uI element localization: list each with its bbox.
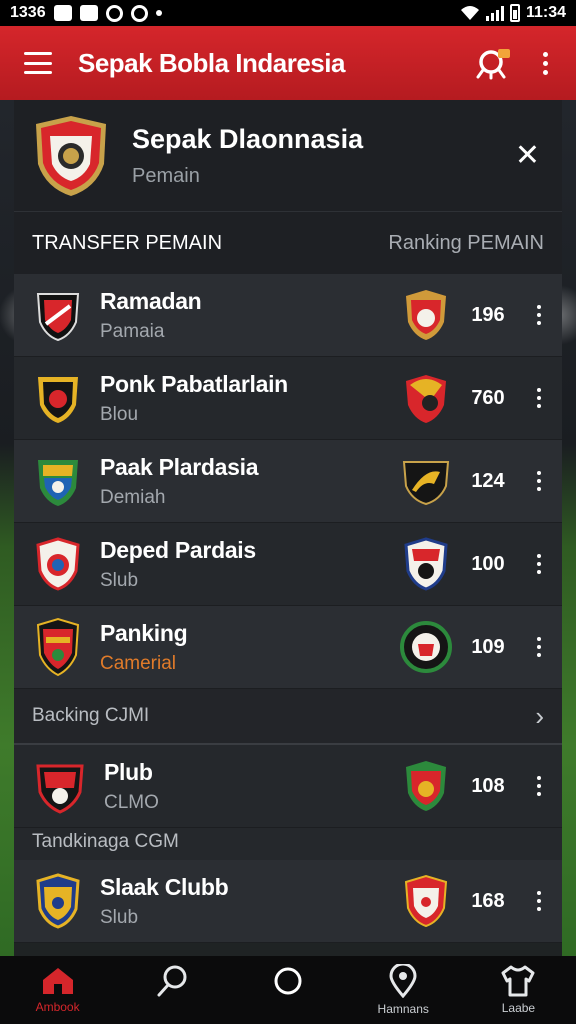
more-vert-icon[interactable] (532, 637, 546, 657)
app-bar: Sepak Bobla Indaresia (0, 26, 576, 100)
club-value: 168 (471, 889, 505, 912)
club-value: 760 (471, 386, 505, 409)
nav-item-search[interactable] (115, 956, 230, 1024)
club-sub: Demiah (100, 486, 166, 508)
opponent-crest-icon (404, 874, 448, 928)
club-crest-icon (36, 537, 80, 591)
club-value: 108 (471, 774, 505, 797)
ranking-pemain-tab[interactable]: Ranking PEMAIN (388, 232, 544, 255)
club-name: Plub (104, 758, 153, 785)
close-icon[interactable]: ✕ (515, 138, 540, 173)
opponent-crest-icon (402, 461, 450, 506)
club-panel: Sepak Dlaonnasia Pemain ✕ TRANSFER PEMAI… (14, 100, 562, 956)
club-crest-icon (38, 460, 78, 506)
section-header: TRANSFER PEMAIN Ranking PEMAIN (14, 212, 562, 274)
club-name: Paak Plardasia (100, 453, 259, 480)
search-icon (157, 965, 187, 997)
nav-label: Hamnans (377, 1002, 429, 1016)
club-name: Deped Pardais (100, 536, 256, 563)
club-list-2: Plub CLMO 108 (14, 745, 562, 828)
club-sub: CLMO (104, 791, 159, 813)
hamburger-icon[interactable] (24, 52, 52, 74)
circle-icon (274, 967, 302, 995)
club-list-3: Slaak Clubb Slub 168 (14, 860, 562, 943)
more-vert-icon[interactable] (532, 388, 546, 408)
club-value: 100 (471, 552, 505, 575)
club-value: 196 (471, 303, 505, 326)
status-bar: 1336 11:34 (0, 0, 576, 26)
club-value: 109 (471, 635, 505, 658)
home-icon (42, 968, 73, 994)
mail-icon (79, 5, 98, 21)
more-vert-icon[interactable] (532, 305, 546, 325)
signal-icon (485, 5, 504, 21)
club-value: 124 (471, 469, 505, 492)
more-vert-icon[interactable] (532, 554, 546, 574)
club-sub: Blou (100, 403, 139, 425)
more-vert-icon[interactable] (532, 471, 546, 491)
more-vert-icon[interactable] (532, 891, 546, 911)
club-crest-icon (36, 764, 84, 814)
club-crest-icon (38, 377, 78, 423)
opponent-crest-icon (404, 537, 448, 591)
status-time-left: 1336 (10, 4, 46, 21)
list-item[interactable]: Deped Pardais Slub 100 (14, 523, 562, 606)
ranking-caption: Tandkinaga CGM (14, 828, 562, 860)
panel-subtitle: Pemain (132, 164, 200, 187)
club-crest-icon (36, 873, 80, 929)
shirt-icon (501, 965, 535, 997)
list-item[interactable]: Slaak Clubb Slub 168 (14, 860, 562, 943)
panel-title: Sepak Dlaonnasia (132, 123, 364, 154)
panel-header: Sepak Dlaonnasia Pemain ✕ (14, 100, 562, 212)
club-sub: Slub (100, 906, 139, 928)
club-crest-icon (36, 293, 80, 342)
wifi-icon (460, 6, 479, 20)
club-sub: Camerial (100, 652, 177, 674)
status-time-right: 11:34 (525, 4, 566, 21)
list-item[interactable]: Plub CLMO 108 (14, 745, 562, 828)
club-name: Panking (100, 619, 188, 646)
list-item[interactable]: Ponk Pabatlarlain Blou 760 (14, 357, 562, 440)
bottom-nav: Ambook Hamnans Laabe (0, 956, 576, 1024)
club-name: Ramadan (100, 287, 202, 314)
nav-label: Ambook (35, 1000, 80, 1014)
more-vert-icon[interactable] (532, 776, 546, 796)
nav-item-home[interactable]: Ambook (0, 956, 115, 1024)
transfer-pemain-tab[interactable]: TRANSFER PEMAIN (32, 232, 222, 255)
more-vert-icon[interactable] (538, 51, 552, 75)
chevron-right-icon: › (535, 700, 544, 731)
battery-icon (509, 4, 520, 22)
ranking-link[interactable]: Backing CJMI › (14, 689, 562, 745)
club-crest-icon (36, 115, 106, 196)
club-name: Slaak Clubb (100, 873, 229, 900)
club-sub: Slub (100, 569, 139, 591)
sync-icon (105, 4, 123, 22)
nav-item-center[interactable] (230, 956, 345, 1024)
nav-item-location[interactable]: Hamnans (346, 956, 461, 1024)
app-title: Sepak Bobla Indaresia (78, 47, 345, 78)
nav-item-shirt[interactable]: Laabe (461, 956, 576, 1024)
club-name: Ponk Pabatlarlain (100, 370, 288, 397)
whistle-icon[interactable] (476, 46, 512, 80)
image-icon (53, 5, 72, 21)
ranking-link-label: Backing CJMI (32, 705, 150, 726)
opponent-crest-icon (406, 375, 446, 423)
list-item[interactable]: Paak Plardasia Demiah 124 (14, 440, 562, 523)
club-sub: Pamaia (100, 320, 165, 342)
list-item[interactable]: Ramadan Pamaia 196 (14, 274, 562, 357)
soccer-ball-icon (130, 4, 148, 22)
list-item[interactable]: Panking Camerial 109 (14, 606, 562, 689)
club-crest-icon (36, 617, 80, 677)
notification-dot-icon (155, 10, 162, 16)
location-icon (389, 964, 417, 998)
opponent-crest-icon (400, 621, 452, 673)
club-list: Ramadan Pamaia 196 Ponk Pabatlarlain Blo… (14, 274, 562, 689)
opponent-crest-icon (406, 290, 446, 340)
nav-label: Laabe (501, 1001, 536, 1015)
opponent-crest-icon (406, 761, 446, 811)
